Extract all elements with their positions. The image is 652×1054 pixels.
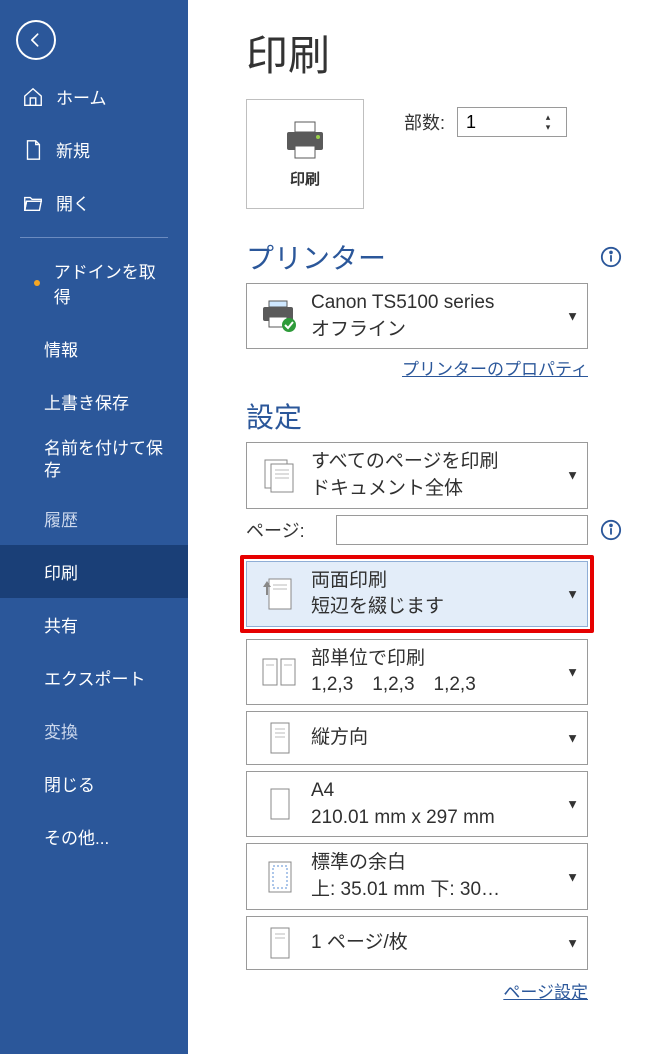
copies-label: 部数:	[404, 109, 445, 135]
line1: 標準の余白	[311, 850, 577, 876]
copies-input[interactable]	[458, 112, 538, 133]
sidebar-item-export[interactable]: エクスポート	[0, 651, 188, 704]
orientation-selector[interactable]: 縦方向 ▼	[246, 711, 588, 765]
sidebar-item-others[interactable]: その他...	[0, 810, 188, 863]
sidebar-item-addins[interactable]: アドインを取得	[0, 244, 188, 322]
page-title: 印刷	[246, 22, 622, 83]
sidebar-item-share[interactable]: 共有	[0, 598, 188, 651]
nav-label: エクスポート	[44, 665, 146, 690]
sidebar-item-transform[interactable]: 変換	[0, 704, 188, 757]
pages-label: ページ:	[246, 517, 328, 543]
nav-label: 上書き保存	[44, 389, 129, 414]
sidebar-item-history[interactable]: 履歴	[0, 492, 188, 545]
nav-label: 履歴	[44, 506, 78, 531]
line2: 短辺を綴じます	[311, 594, 577, 620]
duplex-selector[interactable]: 両面印刷 短辺を綴じます ▼	[246, 561, 588, 627]
line1: すべてのページを印刷	[311, 449, 577, 475]
line2: 1,2,3 1,2,3 1,2,3	[311, 672, 577, 698]
printer-icon	[281, 120, 329, 160]
duplex-icon	[257, 574, 301, 614]
sidebar-item-open[interactable]: 開く	[0, 176, 188, 229]
nav-label: 名前を付けて保存	[44, 438, 168, 482]
collate-selector[interactable]: 部単位で印刷 1,2,3 1,2,3 1,2,3 ▼	[246, 639, 588, 705]
page-setup-link[interactable]: ページ設定	[503, 983, 588, 1002]
chevron-down-icon: ▼	[566, 935, 579, 950]
spin-down-icon[interactable]: ▾	[538, 122, 558, 132]
sidebar-item-saveas[interactable]: 名前を付けて保存	[0, 428, 188, 492]
line1: 縦方向	[311, 725, 577, 751]
scope-selector[interactable]: すべてのページを印刷 ドキュメント全体 ▼	[246, 442, 588, 508]
printer-properties-link[interactable]: プリンターのプロパティ	[402, 360, 588, 379]
sidebar-item-info[interactable]: 情報	[0, 322, 188, 375]
line1: 1 ページ/枚	[311, 930, 577, 956]
line1: 部単位で印刷	[311, 646, 577, 672]
print-panel: 印刷 印刷 部数: ▴ ▾ プリンター	[188, 0, 652, 1054]
collate-icon	[257, 652, 301, 692]
line2: 上: 35.01 mm 下: 30…	[311, 877, 577, 903]
nav-label: ホーム	[56, 84, 107, 109]
document-icon	[22, 139, 44, 161]
pages-per-sheet-selector[interactable]: 1 ページ/枚 ▼	[246, 916, 588, 970]
arrow-left-icon	[26, 30, 46, 50]
print-button[interactable]: 印刷	[246, 99, 364, 209]
chevron-down-icon: ▼	[566, 797, 579, 812]
pages-all-icon	[257, 455, 301, 495]
nav-label: 閉じる	[44, 771, 95, 796]
printer-status-icon	[257, 296, 301, 336]
chevron-down-icon: ▼	[566, 468, 579, 483]
highlight-box: 両面印刷 短辺を綴じます ▼	[240, 555, 594, 633]
nav-label: その他...	[44, 824, 109, 849]
margin-selector[interactable]: 標準の余白 上: 35.01 mm 下: 30… ▼	[246, 843, 588, 909]
home-icon	[22, 86, 44, 108]
pages-input[interactable]	[336, 515, 588, 545]
one-page-icon	[257, 923, 301, 963]
chevron-down-icon: ▼	[566, 731, 579, 746]
print-button-label: 印刷	[290, 168, 320, 189]
sidebar-item-print[interactable]: 印刷	[0, 545, 188, 598]
sidebar-item-new[interactable]: 新規	[0, 123, 188, 176]
sidebar-divider	[20, 237, 168, 238]
settings-section-title: 設定	[246, 396, 302, 436]
nav-label: 情報	[44, 336, 78, 361]
folder-open-icon	[22, 192, 44, 214]
back-button[interactable]	[16, 20, 56, 60]
chevron-down-icon: ▼	[566, 309, 579, 324]
nav-label: アドインを取得	[54, 258, 168, 308]
copies-spinbox[interactable]: ▴ ▾	[457, 107, 567, 137]
margin-icon	[257, 857, 301, 897]
line1: 両面印刷	[311, 568, 577, 594]
portrait-icon	[257, 718, 301, 758]
line2: ドキュメント全体	[311, 476, 577, 502]
chevron-down-icon: ▼	[566, 586, 579, 601]
paper-size-selector[interactable]: A4 210.01 mm x 297 mm ▼	[246, 771, 588, 837]
backstage-sidebar: ホーム 新規 開く アドインを取得 情報 上書き保存 名前を付けて保存 履歴 印…	[0, 0, 188, 1054]
chevron-down-icon: ▼	[566, 869, 579, 884]
line2: 210.01 mm x 297 mm	[311, 805, 577, 831]
sidebar-item-home[interactable]: ホーム	[0, 70, 188, 123]
sidebar-item-save[interactable]: 上書き保存	[0, 375, 188, 428]
spin-up-icon[interactable]: ▴	[538, 112, 558, 122]
printer-status: オフライン	[311, 317, 577, 343]
nav-label: 印刷	[44, 559, 78, 584]
printer-name: Canon TS5100 series	[311, 290, 577, 316]
paper-icon	[257, 784, 301, 824]
nav-label: 変換	[44, 718, 78, 743]
nav-label: 開く	[56, 190, 90, 215]
printer-section-title: プリンター	[246, 237, 386, 277]
info-icon[interactable]	[600, 246, 622, 268]
chevron-down-icon: ▼	[566, 664, 579, 679]
line1: A4	[311, 778, 577, 804]
info-icon[interactable]	[600, 519, 622, 541]
nav-label: 新規	[56, 137, 90, 162]
new-dot-icon	[34, 280, 40, 286]
sidebar-item-close[interactable]: 閉じる	[0, 757, 188, 810]
nav-label: 共有	[44, 612, 78, 637]
printer-selector[interactable]: Canon TS5100 series オフライン ▼	[246, 283, 588, 349]
